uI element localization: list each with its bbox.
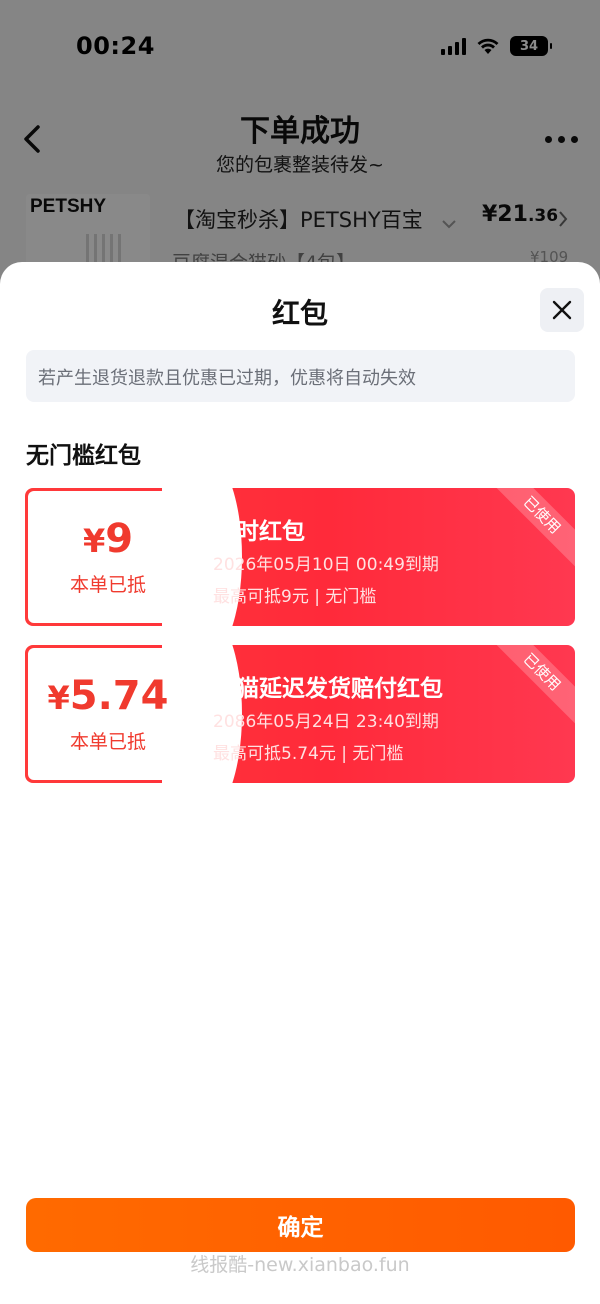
refund-notice: 若产生退货退款且优惠已过期，优惠将自动失效 — [26, 350, 575, 402]
close-button[interactable] — [540, 288, 584, 332]
coupon-card[interactable]: ¥9 本单已抵 限时红包 2026年05月10日 00:49到期 最高可抵9元 … — [25, 488, 575, 626]
section-title: 无门槛红包 — [26, 443, 141, 469]
coupon-amount: ¥5.74 — [47, 673, 169, 719]
coupon-status: 本单已抵 — [69, 731, 146, 753]
sheet-title: 红包 — [271, 297, 328, 330]
coupon-limit: 最高可抵9元 | 无门槛 — [213, 587, 377, 607]
coupon-limit: 最高可抵5.74元 | 无门槛 — [213, 744, 404, 764]
red-packet-sheet: 红包 若产生退货退款且优惠已过期，优惠将自动失效 无门槛红包 ¥9 本单已抵 限… — [0, 262, 600, 1304]
used-badge: 已使用 — [488, 488, 575, 569]
coupon-title: 天猫延迟发货赔付红包 — [213, 676, 443, 702]
coupon-expire: 2026年05月10日 00:49到期 — [213, 555, 439, 575]
coupon-card[interactable]: ¥5.74 本单已抵 天猫延迟发货赔付红包 2086年05月24日 23:40到… — [25, 645, 575, 783]
coupon-amount: ¥9 — [82, 516, 134, 562]
watermark-text: 线报酷-new.xianbao.fun — [190, 1254, 410, 1276]
coupon-title: 限时红包 — [213, 519, 305, 545]
close-icon — [552, 300, 572, 320]
confirm-button[interactable]: 确定 — [26, 1198, 575, 1252]
coupon-status: 本单已抵 — [69, 574, 146, 596]
used-badge: 已使用 — [488, 645, 575, 726]
coupon-expire: 2086年05月24日 23:40到期 — [213, 712, 439, 732]
